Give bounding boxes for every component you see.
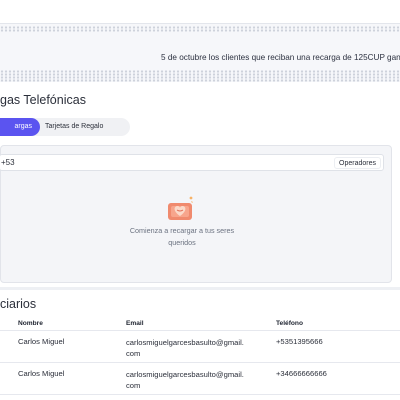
recharge-title: gas Telefónicas: [0, 93, 86, 107]
cell-phone: +34666666666: [276, 362, 400, 395]
column-header-phone: Teléfono: [276, 318, 400, 331]
banner-text: 5 de octubre los clientes que reciban un…: [161, 53, 400, 62]
empty-state-message: Comienza a recargar a tus seres queridos: [129, 226, 235, 247]
column-header-email: Email: [126, 318, 276, 331]
cell-name: Carlos Miguel: [18, 330, 126, 363]
table-header-row: Nombre Email Teléfono: [0, 318, 400, 331]
phone-input-value[interactable]: +53: [1, 158, 15, 167]
beneficiaries-table: Nombre Email Teléfono Carlos Miguel carl…: [0, 318, 400, 395]
table-row[interactable]: Carlos Miguel carlosmiguelgarcesbasulto@…: [0, 362, 400, 395]
recharge-section: gas Telefónicas argas Tarjetas de Regalo…: [0, 82, 400, 287]
table-row[interactable]: Carlos Miguel carlosmiguelgarcesbasulto@…: [0, 330, 400, 363]
cell-email-text: carlosmiguelgarcesbasulto@gmail.com: [126, 337, 244, 358]
cell-phone: +5351395666: [276, 330, 400, 363]
top-bar: [0, 0, 400, 24]
recharge-tabs: argas Tarjetas de Regalo: [0, 118, 130, 136]
beneficiaries-section: ciarios Nombre Email Teléfono Carlos Mig…: [0, 290, 400, 400]
row-spacer: [0, 362, 18, 395]
cell-email-text: carlosmiguelgarcesbasulto@gmail.com: [126, 369, 244, 390]
cell-email: carlosmiguelgarcesbasulto@gmail.com: [126, 362, 276, 395]
beneficiaries-title: ciarios: [0, 297, 37, 311]
column-header-name: Nombre: [18, 318, 126, 331]
banner-dot-pattern: [0, 26, 400, 32]
operators-button[interactable]: Operadores: [334, 157, 381, 169]
gift-card-heart-icon: [168, 196, 193, 220]
tab-gift-cards[interactable]: Tarjetas de Regalo: [45, 118, 103, 136]
table-header-spacer: [0, 318, 18, 331]
tab-recargas[interactable]: argas: [0, 118, 40, 136]
promo-banner: 5 de octubre los clientes que reciban un…: [0, 24, 400, 82]
cell-email: carlosmiguelgarcesbasulto@gmail.com: [126, 330, 276, 363]
recharge-panel: +53 Operadores Comienza a recargar a tus…: [0, 145, 392, 283]
cell-name: Carlos Miguel: [18, 362, 126, 395]
row-spacer: [0, 330, 18, 363]
phone-input[interactable]: +53 Operadores: [0, 154, 384, 171]
